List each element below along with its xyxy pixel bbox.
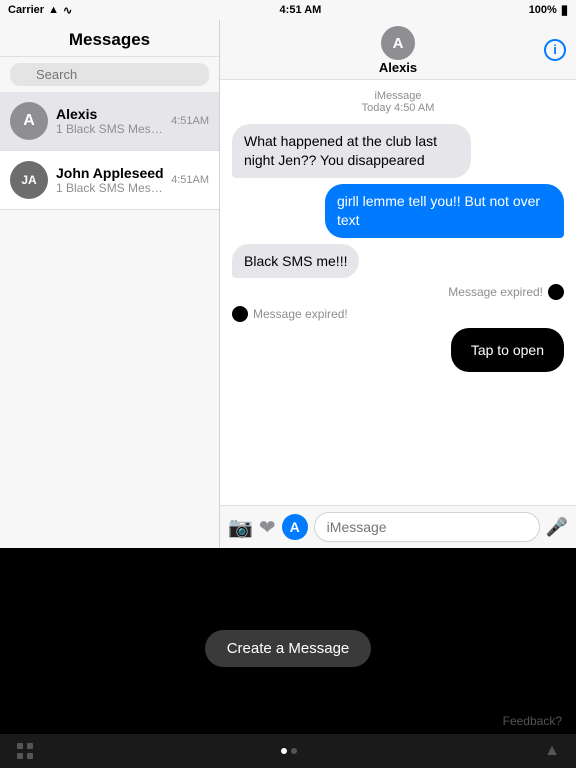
page-dot-inactive [291, 748, 297, 754]
carrier-label: Carrier [8, 4, 44, 16]
message-row-incoming-2: Black SMS me!!! [232, 244, 564, 279]
chat-contact-name: Alexis [379, 60, 417, 75]
messages-header: Messages [0, 20, 219, 57]
avatar-john: JA [10, 161, 48, 199]
chevron-up-icon[interactable]: ▲ [544, 742, 560, 760]
mic-icon[interactable]: 🎤 [546, 517, 568, 538]
chat-messages: iMessage Today 4:50 AM What happened at … [220, 80, 576, 505]
signal-icon: ▲ [48, 4, 59, 16]
wifi-icon: ∿ [63, 4, 72, 17]
conversation-item-alexis[interactable]: A Alexis 1 Black SMS Message 4:51AM [0, 92, 219, 151]
grid-icon[interactable] [16, 742, 34, 760]
battery-label: 100% [529, 4, 557, 16]
message-meta: iMessage Today 4:50 AM [232, 90, 564, 114]
page-indicator [281, 748, 297, 754]
conversation-item-john[interactable]: JA John Appleseed 1 Black SMS Message 4:… [0, 151, 219, 210]
status-time: 4:51 AM [280, 4, 322, 16]
search-bar: 🔍 [0, 57, 219, 92]
feedback-link[interactable]: Feedback? [503, 714, 562, 728]
status-right: 100% ▮ [529, 2, 568, 18]
conv-name-john: John Appleseed [56, 165, 167, 181]
bubble-incoming-2: Black SMS me!!! [232, 244, 359, 279]
search-wrapper: 🔍 [10, 63, 209, 86]
expired-dot-left [232, 306, 248, 322]
bubble-outgoing-1: girll lemme tell you!! But not over text [325, 184, 564, 238]
expired-row-left: Message expired! [232, 306, 564, 322]
conv-time-john: 4:51AM [171, 174, 209, 186]
black-bubble-row: Tap to open [232, 328, 564, 372]
create-message-button[interactable]: Create a Message [205, 630, 372, 667]
bottom-toolbar: ▲ [0, 734, 576, 768]
conversation-list: A Alexis 1 Black SMS Message 4:51AM JA J… [0, 92, 219, 548]
status-left: Carrier ▲ ∿ [8, 4, 72, 17]
battery-icon: ▮ [561, 2, 568, 18]
expired-row-right: Message expired! [232, 284, 564, 300]
conv-preview-alexis: 1 Black SMS Message [56, 122, 167, 136]
message-row-outgoing-1: girll lemme tell you!! But not over text [232, 184, 564, 238]
heartbeat-icon[interactable]: ❤ [259, 515, 276, 540]
avatar-alexis: A [10, 102, 48, 140]
conv-time-alexis: 4:51AM [171, 115, 209, 127]
chat-input-bar: 📷 ❤ A 🎤 [220, 505, 576, 548]
meta-label: iMessage [374, 90, 421, 102]
black-bottom-section: Create a Message Feedback? ▲ [0, 548, 576, 768]
conv-info-alexis: Alexis 1 Black SMS Message [56, 106, 167, 136]
message-row-incoming-1: What happened at the club last night Jen… [232, 124, 564, 178]
bubble-incoming-1: What happened at the club last night Jen… [232, 124, 471, 178]
conv-name-alexis: Alexis [56, 106, 167, 122]
expired-dot-right [548, 284, 564, 300]
page-dot-active [281, 748, 287, 754]
messages-title: Messages [69, 30, 150, 49]
conv-preview-john: 1 Black SMS Message [56, 181, 167, 195]
search-input[interactable] [10, 63, 209, 86]
expired-text-left: Message expired! [253, 307, 348, 321]
chat-header: A Alexis i [220, 20, 576, 80]
imessage-input[interactable] [314, 512, 540, 542]
meta-time: Today 4:50 AM [362, 102, 435, 114]
main-area: Messages 🔍 A Alexis 1 Black SMS Message … [0, 20, 576, 548]
chat-avatar: A [381, 26, 415, 60]
messages-panel: Messages 🔍 A Alexis 1 Black SMS Message … [0, 20, 220, 548]
status-bar: Carrier ▲ ∿ 4:51 AM 100% ▮ [0, 0, 576, 20]
expired-text-right: Message expired! [448, 285, 543, 299]
chat-panel: A Alexis i iMessage Today 4:50 AM What h… [220, 20, 576, 548]
conv-info-john: John Appleseed 1 Black SMS Message [56, 165, 167, 195]
info-icon[interactable]: i [544, 39, 566, 61]
camera-icon[interactable]: 📷 [228, 515, 253, 540]
apps-icon[interactable]: A [282, 514, 308, 540]
black-bubble[interactable]: Tap to open [451, 328, 564, 372]
